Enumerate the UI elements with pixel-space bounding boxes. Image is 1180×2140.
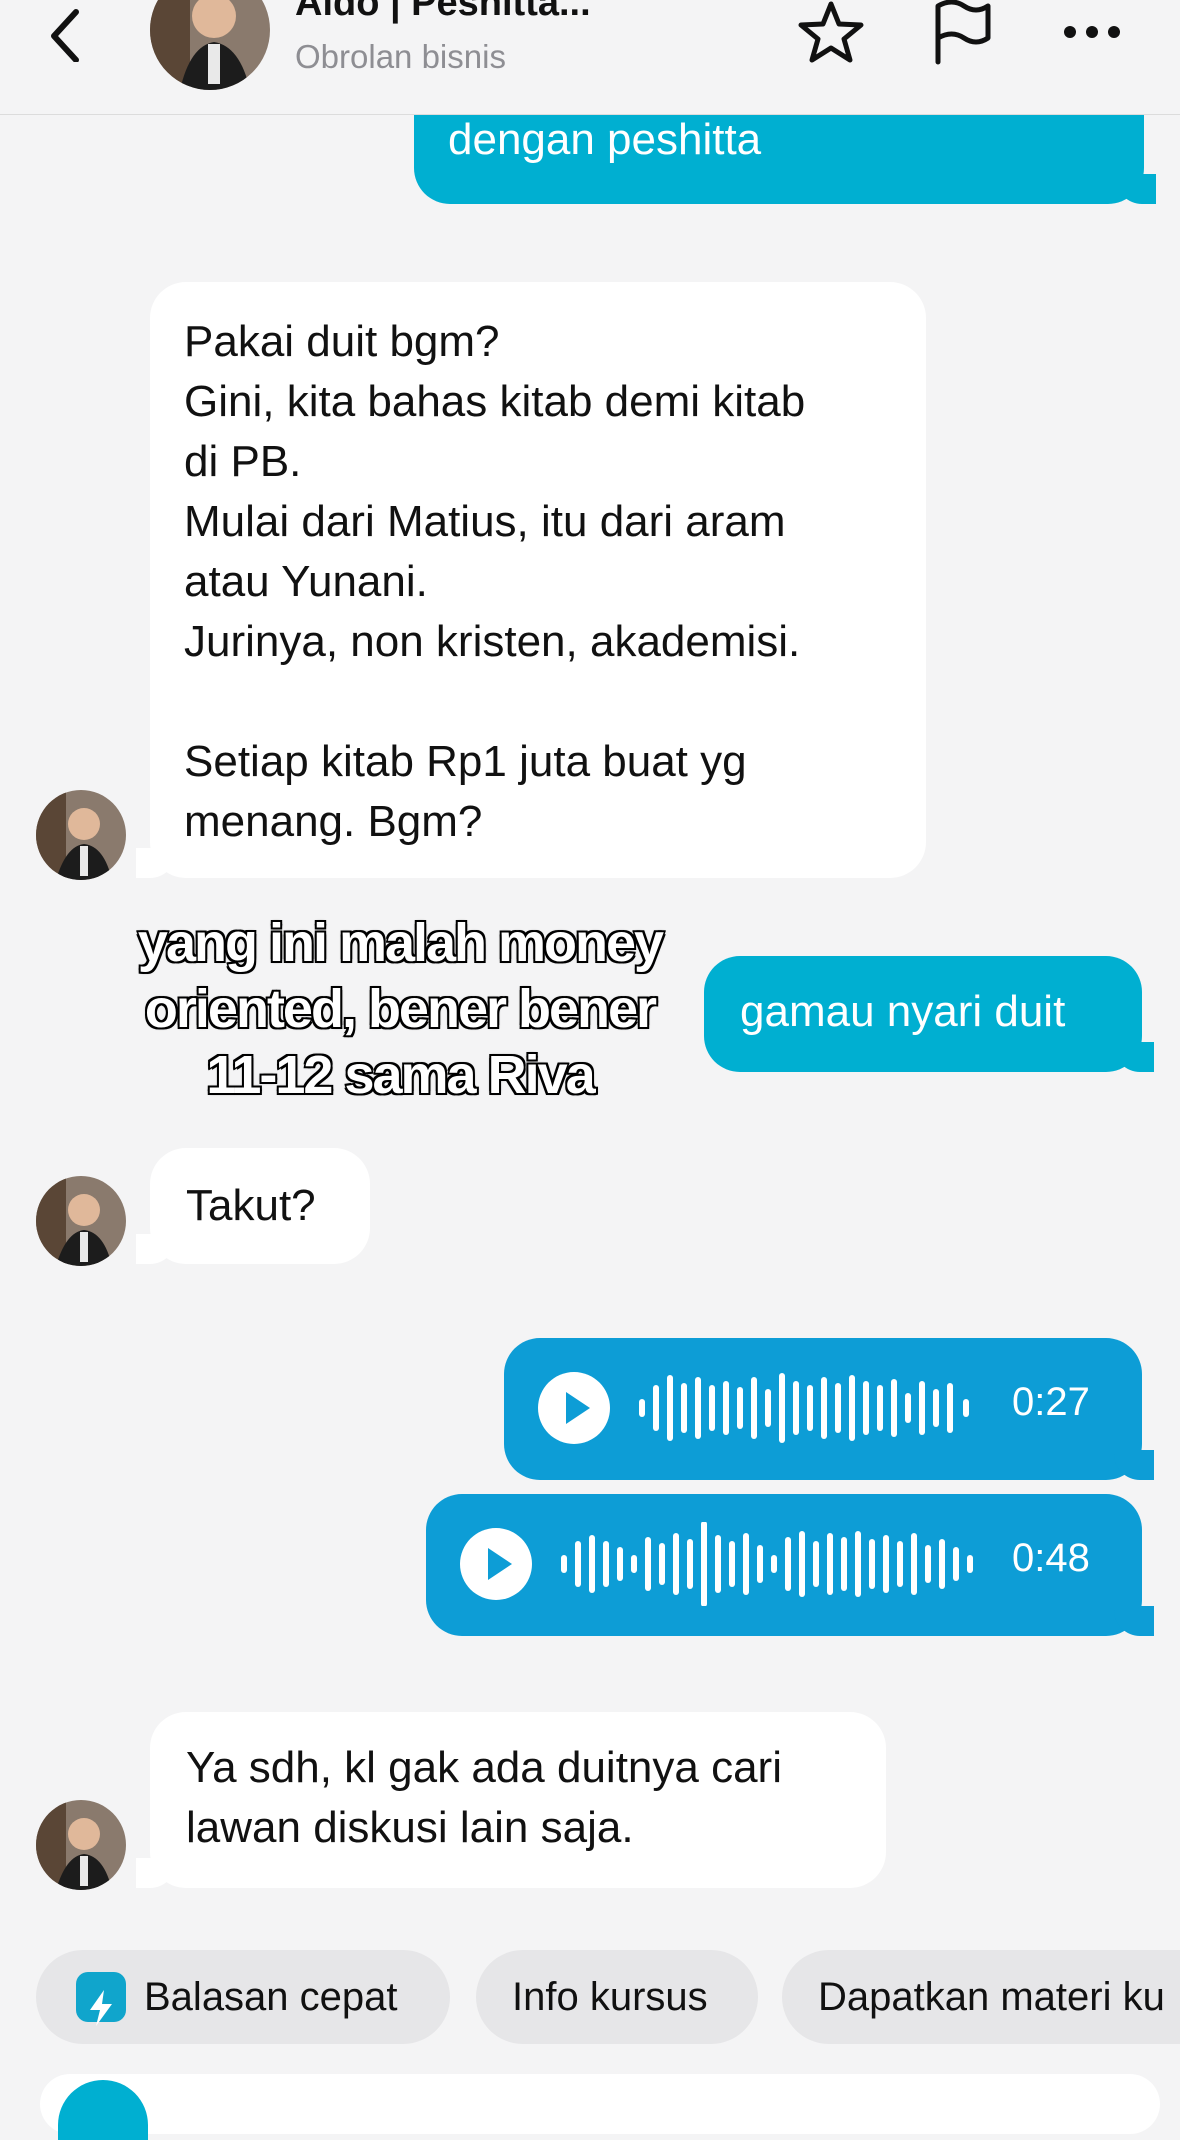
message-input-bar[interactable] bbox=[40, 2074, 1160, 2134]
quick-reply-chip[interactable]: Balasan cepat bbox=[36, 1950, 450, 2044]
sender-avatar[interactable] bbox=[36, 1176, 126, 1266]
message-line: Pakai duit bgm? bbox=[184, 317, 500, 366]
message-line: Jurinya, non kristen, akademisi. bbox=[184, 617, 801, 666]
quick-reply-chip[interactable]: Info kursus bbox=[476, 1950, 758, 2044]
sender-avatar[interactable] bbox=[36, 1800, 126, 1890]
message-line: Ya sdh, kl gak ada duitnya cari bbox=[186, 1743, 782, 1792]
caption-line: yang ini malah money bbox=[136, 912, 665, 975]
more-options-icon[interactable] bbox=[1060, 0, 1130, 66]
message-text: dengan peshitta bbox=[448, 115, 762, 164]
caption-line: 11-12 sama Riva bbox=[205, 1044, 597, 1107]
back-icon[interactable] bbox=[40, 6, 96, 63]
waveform[interactable] bbox=[636, 1366, 976, 1450]
voice-message[interactable]: 0:27 bbox=[504, 1338, 1154, 1480]
message-line: Mulai dari Matius, itu dari aram bbox=[184, 497, 786, 546]
contact-avatar[interactable] bbox=[150, 0, 270, 90]
message-incoming[interactable]: Ya sdh, kl gak ada duitnya cari lawan di… bbox=[136, 1712, 886, 1888]
play-button[interactable] bbox=[538, 1372, 610, 1444]
message-line: Setiap kitab Rp1 juta buat yg bbox=[184, 737, 747, 786]
play-button[interactable] bbox=[460, 1528, 532, 1600]
message-text: Takut? bbox=[186, 1181, 316, 1230]
message-line: lawan diskusi lain saja. bbox=[186, 1803, 634, 1852]
message-line: di PB. bbox=[184, 437, 302, 486]
message-incoming[interactable]: Takut? bbox=[136, 1148, 370, 1264]
quick-reply-label: Balasan cepat bbox=[144, 1975, 398, 2019]
star-icon[interactable] bbox=[796, 0, 866, 66]
message-line bbox=[184, 672, 892, 732]
waveform[interactable] bbox=[558, 1522, 978, 1606]
voice-duration: 0:27 bbox=[1012, 1380, 1090, 1424]
message-line: atau Yunani. bbox=[184, 557, 428, 606]
message-line: Gini, kita bahas kitab demi kitab bbox=[184, 377, 806, 426]
chat-header: Aldo | Peshitta... Obrolan bisnis bbox=[0, 0, 1180, 115]
message-incoming[interactable]: Pakai duit bgm? Gini, kita bahas kitab d… bbox=[136, 282, 926, 878]
quick-reply-label: Dapatkan materi ku bbox=[818, 1975, 1165, 2019]
message-line: menang. Bgm? bbox=[184, 797, 483, 846]
message-text: gamau nyari duit bbox=[740, 987, 1066, 1036]
voice-duration: 0:48 bbox=[1012, 1536, 1090, 1580]
quick-reply-label: Info kursus bbox=[512, 1975, 708, 2019]
contact-name[interactable]: Aldo | Peshitta... bbox=[295, 0, 591, 25]
caption-overlay: yang ini malah money oriented, bener ben… bbox=[110, 910, 690, 1108]
caption-line: oriented, bener bener bbox=[143, 978, 658, 1041]
sender-avatar[interactable] bbox=[36, 790, 126, 880]
message-outgoing[interactable]: gamau nyari duit bbox=[704, 956, 1154, 1072]
flag-icon[interactable] bbox=[928, 0, 998, 66]
voice-message[interactable]: 0:48 bbox=[426, 1494, 1154, 1636]
chat-type-label: Obrolan bisnis bbox=[295, 38, 506, 75]
quick-reply-chip[interactable]: Dapatkan materi ku bbox=[782, 1950, 1180, 2044]
lightning-icon bbox=[76, 1972, 126, 2026]
